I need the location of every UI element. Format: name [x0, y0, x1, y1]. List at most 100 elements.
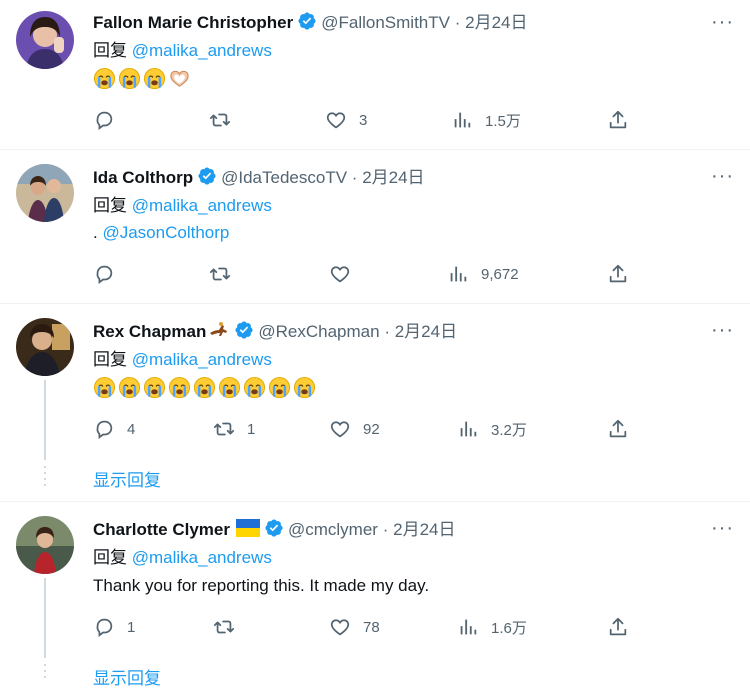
loudly-crying-face-icon [243, 376, 266, 399]
body-text: . [93, 223, 98, 242]
retweet-icon [213, 616, 235, 638]
retweet-button[interactable] [209, 262, 243, 286]
show-replies-link[interactable]: 显示回复 [93, 664, 161, 689]
tweet-body [93, 66, 193, 90]
loudly-crying-face-icon [93, 67, 116, 90]
reply-icon [93, 616, 115, 638]
retweet-icon [209, 109, 231, 131]
tweet-date[interactable]: 2月24日 [395, 322, 457, 341]
tweet-body [93, 375, 318, 399]
like-button[interactable]: 92 [329, 417, 380, 441]
reply-label: 回复 [93, 350, 127, 369]
retweet-button[interactable] [213, 615, 247, 639]
user-handle[interactable]: @FallonSmithTV [321, 13, 450, 32]
more-options-icon[interactable]: ··· [711, 320, 734, 340]
share-button[interactable] [607, 417, 629, 441]
more-options-icon[interactable]: ··· [711, 166, 734, 186]
loudly-crying-face-icon [193, 376, 216, 399]
display-name[interactable]: Ida Colthorp [93, 168, 193, 187]
tweet-charlotte[interactable]: Charlotte Clymer @cmclymer · 2月24日 ··· 回复… [0, 502, 750, 690]
reply-icon [93, 418, 115, 440]
loudly-crying-face-icon [143, 67, 166, 90]
body-mention-link[interactable]: @JasonColthorp [102, 223, 229, 242]
retweet-button[interactable] [209, 108, 243, 132]
reply-context: 回复 @malika_andrews [93, 40, 272, 62]
avatar[interactable] [16, 11, 74, 69]
avatar[interactable] [16, 164, 74, 222]
retweet-button[interactable]: 1 [213, 417, 255, 441]
loudly-crying-face-icon [293, 376, 316, 399]
tweet-ida[interactable]: Ida Colthorp @IdaTedescoTV · 2月24日 ··· 回复… [0, 150, 750, 302]
reply-mention-link[interactable]: @malika_andrews [132, 350, 272, 369]
like-button[interactable] [329, 262, 363, 286]
user-handle[interactable]: @RexChapman [258, 322, 379, 341]
tweet-actions: 4 1 92 3.2万 [93, 417, 653, 441]
tweet-fallon[interactable]: Fallon Marie Christopher @FallonSmithTV ·… [0, 0, 750, 148]
more-options-icon[interactable]: ··· [711, 518, 734, 538]
show-replies-link[interactable]: 显示回复 [93, 466, 161, 491]
loudly-crying-face-icon [118, 376, 141, 399]
view-count: 9,672 [481, 265, 519, 283]
display-name[interactable]: Charlotte Clymer [93, 520, 230, 539]
like-count: 92 [363, 420, 380, 438]
views-button[interactable]: 3.2万 [457, 417, 527, 441]
tweet-rex[interactable]: Rex Chapman @RexChapman · 2月24日 ··· 回复 @m… [0, 304, 750, 500]
like-button[interactable]: 3 [325, 108, 367, 132]
share-button[interactable] [607, 262, 629, 286]
tweet-date[interactable]: 2月24日 [393, 520, 455, 539]
views-button[interactable]: 9,672 [447, 262, 519, 286]
display-name[interactable]: Rex Chapman [93, 322, 206, 341]
like-button[interactable]: 78 [329, 615, 380, 639]
share-button[interactable] [607, 108, 629, 132]
ukraine-flag-icon [235, 519, 260, 537]
tweet-header: Rex Chapman @RexChapman · 2月24日 [93, 320, 457, 343]
avatar[interactable] [16, 516, 74, 574]
reply-mention-link[interactable]: @malika_andrews [132, 41, 272, 60]
heart-icon [329, 616, 351, 638]
loudly-crying-face-icon [93, 376, 116, 399]
like-count: 78 [363, 618, 380, 636]
separator-dot: · [384, 322, 390, 341]
reply-button[interactable] [93, 262, 127, 286]
reply-context: 回复 @malika_andrews [93, 547, 272, 569]
user-handle[interactable]: @IdaTedescoTV [221, 168, 347, 187]
thread-dots [44, 466, 46, 490]
reply-mention-link[interactable]: @malika_andrews [132, 196, 272, 215]
user-handle[interactable]: @cmclymer [288, 520, 378, 539]
share-icon [607, 263, 629, 285]
reply-button[interactable] [93, 108, 127, 132]
loudly-crying-face-icon [168, 376, 191, 399]
views-button[interactable]: 1.5万 [451, 108, 521, 132]
thread-line [44, 578, 46, 658]
verified-badge-icon [234, 320, 254, 340]
reply-button[interactable]: 4 [93, 417, 135, 441]
verified-badge-icon [297, 11, 317, 31]
reply-icon [93, 263, 115, 285]
tweet-date[interactable]: 2月24日 [465, 13, 527, 32]
heart-hands-icon [168, 67, 191, 90]
reply-mention-link[interactable]: @malika_andrews [132, 548, 272, 567]
thread-dots [44, 664, 46, 682]
reply-label: 回复 [93, 548, 127, 567]
display-name[interactable]: Fallon Marie Christopher [93, 13, 293, 32]
tweet-date[interactable]: 2月24日 [362, 168, 424, 187]
loudly-crying-face-icon [218, 376, 241, 399]
reply-context: 回复 @malika_andrews [93, 195, 272, 217]
views-button[interactable]: 1.6万 [457, 615, 527, 639]
separator-dot: · [351, 168, 358, 187]
view-count: 1.6万 [491, 619, 527, 637]
heart-icon [329, 418, 351, 440]
reply-button[interactable]: 1 [93, 615, 135, 639]
avatar[interactable] [16, 318, 74, 376]
tweet-body: . @JasonColthorp [93, 221, 229, 245]
share-icon [607, 418, 629, 440]
share-button[interactable] [607, 615, 629, 639]
loudly-crying-face-icon [268, 376, 291, 399]
reply-label: 回复 [93, 196, 127, 215]
more-options-icon[interactable]: ··· [711, 12, 734, 32]
reply-count: 4 [127, 420, 136, 438]
view-count: 3.2万 [491, 421, 527, 439]
tweet-header: Charlotte Clymer @cmclymer · 2月24日 [93, 518, 455, 541]
separator-dot: · [454, 13, 461, 32]
heart-icon [329, 263, 351, 285]
